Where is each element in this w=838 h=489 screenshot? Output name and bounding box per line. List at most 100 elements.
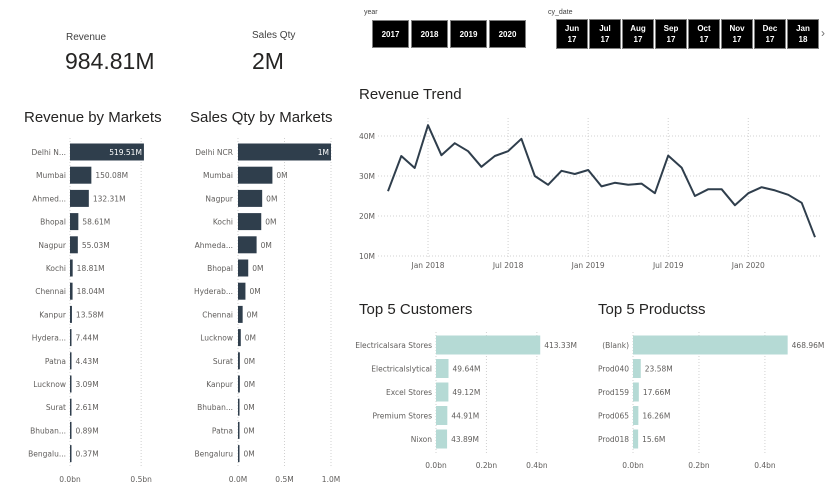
bar (436, 429, 448, 449)
category-label: Chennai (35, 287, 66, 296)
data-label: 0M (247, 310, 258, 319)
bar (633, 359, 641, 378)
bar (238, 236, 257, 254)
x-tick-label: 0.2bn (688, 461, 710, 470)
data-label: 2.61M (76, 403, 99, 412)
data-label: 132.31M (93, 194, 126, 203)
x-tick-label: 0.5M (275, 475, 293, 484)
data-label: 17.66M (643, 388, 671, 397)
category-label: Patna (45, 357, 66, 366)
x-tick-label: 0.2bn (476, 461, 498, 470)
data-label: 49.12M (452, 388, 480, 397)
category-label: Bengaluru (194, 450, 233, 459)
bar (70, 213, 79, 231)
category-label: Ahmeda... (195, 241, 233, 250)
bar (70, 259, 73, 277)
category-label: Bhopal (207, 264, 233, 273)
data-label: 15.6M (642, 435, 665, 444)
category-label: Nagpur (38, 241, 66, 250)
y-tick-label: 20M (359, 212, 375, 221)
bar (633, 382, 639, 402)
bar (238, 352, 240, 370)
top5-customers-chart: 0.0bn 0.2bn 0.4bn Electricalsara Stores 413.… (355, 332, 577, 470)
charts-canvas: 0.0bn 0.5bn Delhi N... 519.51M Mumbai 150.08M… (28, 118, 825, 484)
data-label: 0M (244, 403, 255, 412)
category-label: Bhuban... (197, 403, 233, 412)
bar (238, 329, 241, 347)
bar (238, 213, 262, 231)
x-tick-label: 0.4bn (754, 461, 776, 470)
category-label: Nixon (411, 435, 432, 444)
data-label: 4.43M (76, 357, 99, 366)
bar (436, 406, 448, 425)
category-label: Bhopal (40, 218, 66, 227)
bar (70, 398, 72, 416)
data-label: 49.64M (453, 365, 481, 374)
bar (436, 335, 541, 355)
revenue-by-markets-chart: 0.0bn 0.5bn Delhi N... 519.51M Mumbai 150.08M… (28, 138, 152, 484)
data-label: 0M (244, 426, 255, 435)
category-label: Patna (212, 426, 233, 435)
category-label: Mumbai (36, 171, 66, 180)
category-label: Lucknow (200, 334, 233, 343)
bar (70, 375, 72, 393)
data-label: 7.44M (76, 334, 99, 343)
y-tick-label: 10M (359, 252, 375, 261)
x-tick-label: 0.0bn (622, 461, 644, 470)
data-label: 58.61M (82, 218, 110, 227)
bar (436, 359, 449, 378)
category-label: Prod018 (598, 435, 629, 444)
bar (70, 189, 89, 207)
bar (238, 189, 263, 207)
category-label: Kanpur (206, 380, 234, 389)
category-label: Kochi (46, 264, 66, 273)
category-label: Kanpur (39, 310, 67, 319)
bar (238, 282, 246, 300)
x-tick-label: 0.4bn (526, 461, 548, 470)
bar (70, 445, 72, 463)
category-label: Delhi NCR (195, 148, 233, 157)
bar (633, 429, 639, 449)
x-tick-label: Jul 2018 (492, 261, 524, 270)
bar (238, 259, 249, 277)
data-label: 150.08M (95, 171, 128, 180)
category-label: Kochi (213, 218, 233, 227)
data-label: 13.58M (76, 310, 104, 319)
data-label: 16.26M (642, 412, 670, 421)
x-tick-label: 0.0bn (425, 461, 447, 470)
data-label: 0M (252, 264, 263, 273)
x-tick-label: Jul 2019 (652, 261, 684, 270)
x-tick-label: Jan 2019 (571, 261, 605, 270)
data-label: 0M (244, 357, 255, 366)
category-label: Prod159 (598, 388, 629, 397)
bar (238, 445, 240, 463)
category-label: Surat (213, 357, 233, 366)
data-label: 0M (261, 241, 272, 250)
category-label: Prod040 (598, 365, 629, 374)
x-tick-label: 0.0bn (59, 475, 81, 484)
category-label: Lucknow (33, 380, 66, 389)
category-label: Chennai (202, 310, 233, 319)
y-tick-label: 40M (359, 132, 375, 141)
data-label: 0M (244, 380, 255, 389)
bar (238, 305, 243, 323)
category-label: Bhuban... (30, 426, 66, 435)
category-label: Hydera... (32, 334, 66, 343)
data-label: 0M (249, 287, 260, 296)
y-tick-label: 30M (359, 172, 375, 181)
data-label: 55.03M (82, 241, 110, 250)
x-tick-label: 0.0M (229, 475, 247, 484)
bar (70, 282, 73, 300)
category-label: (Blank) (602, 341, 629, 350)
data-label: 519.51M (109, 148, 142, 157)
data-label: 468.96M (792, 341, 825, 350)
data-label: 0.89M (76, 426, 99, 435)
data-label: 3.09M (76, 380, 99, 389)
data-label: 0M (244, 450, 255, 459)
data-label: 1M (318, 148, 329, 157)
data-label: 413.33M (544, 341, 577, 350)
revenue-trend-chart: 10M 20M 30M 40M Jan 2018 Jul 2018 Jan 2019 Jul … (359, 118, 822, 270)
bar (70, 236, 78, 254)
sales-qty-by-markets-chart: 0.0M 0.5M 1.0M Delhi NCR 1M Mumbai 0M Nagpur 0M K… (194, 138, 340, 484)
data-label: 0.37M (76, 450, 99, 459)
